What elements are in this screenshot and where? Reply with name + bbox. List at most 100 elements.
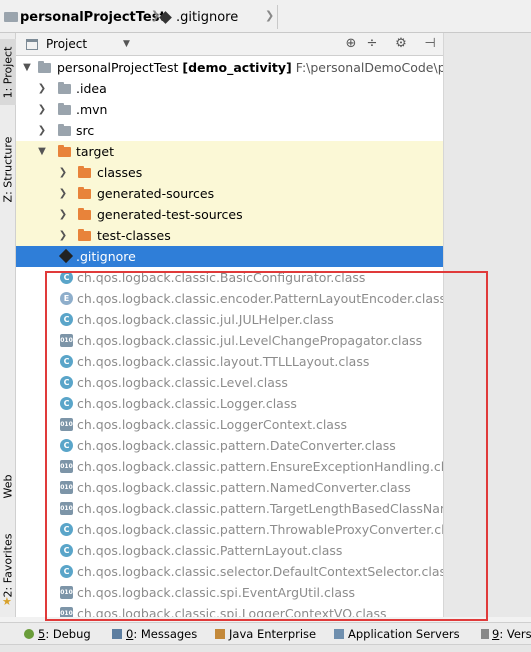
class-file-row[interactable]: Cch.qos.logback.classic.PatternLayout.cl… [16,540,443,561]
chevron-down-icon[interactable]: ▼ [123,37,130,51]
star-icon: ★ [2,595,12,608]
class-icon: C [60,565,73,578]
java-ee-icon [215,629,225,639]
class-file-row[interactable]: 010 ch.qos.logback.classic.LoggerContext.… [16,414,443,435]
chevron-down-icon[interactable]: ▼ [21,57,33,78]
class-file-row[interactable]: Cch.qos.logback.classic.BasicConfigurato… [16,267,443,288]
class-file-name: ch.qos.logback.classic.Logger.class [77,396,297,411]
vcs-icon [481,629,489,639]
class-file-name: ch.qos.logback.classic.BasicConfigurator… [77,270,366,285]
class-file-row[interactable]: Cch.qos.logback.classic.jul.JULHelper.cl… [16,309,443,330]
project-view-icon [26,39,38,50]
class-file-row[interactable]: Cch.qos.logback.classic.Level.class [16,372,443,393]
class-file-row[interactable]: 010 ch.qos.logback.classic.jul.LevelChang… [16,330,443,351]
app-servers-icon [334,629,344,639]
chevron-right-icon[interactable]: ❯ [57,225,69,246]
gear-icon[interactable]: ⚙ [394,37,408,51]
chevron-right-icon[interactable]: ❯ [57,204,69,225]
class-file-name: ch.qos.logback.classic.spi.EventArgUtil.… [77,585,356,600]
class-file-name: ch.qos.logback.classic.jul.JULHelper.cla… [77,312,334,327]
tree-row-gitignore[interactable]: .gitignore [16,246,443,267]
class-file-row[interactable]: 010 ch.qos.logback.classic.pattern.Ensure… [16,456,443,477]
java-enterprise-tab[interactable]: Java Enterprise [215,626,316,642]
tree-row-target[interactable]: ▼ target [16,141,443,162]
excluded-folder-icon [78,229,91,241]
class-file-row[interactable]: 010 ch.qos.logback.classic.spi.EventArgUt… [16,582,443,603]
hide-panel-icon[interactable]: ⊣ [423,37,437,51]
class-file-name: ch.qos.logback.classic.jul.LevelChangePr… [77,333,423,348]
breadcrumb-file[interactable]: .gitignore [176,9,238,27]
class-file-name: ch.qos.logback.classic.encoder.PatternLa… [77,291,443,306]
class-file-row[interactable]: Cch.qos.logback.classic.pattern.DateConv… [16,435,443,456]
class-file-name: ch.qos.logback.classic.pattern.Throwable… [77,522,443,537]
chevron-right-icon[interactable]: ❯ [36,78,48,99]
chevron-right-icon[interactable]: ❯ [57,183,69,204]
tree-row-test-classes[interactable]: ❯ test-classes [16,225,443,246]
tree-row-generated-test-sources[interactable]: ❯ generated-test-sources [16,204,443,225]
breadcrumb-project[interactable]: personalProjectTest [20,9,166,27]
view-selector-label[interactable]: Project [46,37,87,51]
folder-icon [58,82,71,94]
excluded-folder-icon [78,166,91,178]
class-file-name: ch.qos.logback.classic.layout.TTLLLayout… [77,354,370,369]
application-servers-tab[interactable]: Application Servers [334,626,460,642]
module-folder-icon [38,61,51,73]
chevron-down-icon[interactable]: ▼ [36,141,48,162]
class-file-row[interactable]: 010 ch.qos.logback.classic.spi.LoggerCont… [16,603,443,617]
class-file-row[interactable]: Ech.qos.logback.classic.encoder.PatternL… [16,288,443,309]
class-file-row[interactable]: Cch.qos.logback.classic.selector.Default… [16,561,443,582]
class-file-row[interactable]: 010 ch.qos.logback.classic.pattern.Target… [16,498,443,519]
class-icon: C [60,523,73,536]
class-icon: C [60,355,73,368]
locate-icon[interactable]: ⊕ [344,37,358,51]
class-file-name: ch.qos.logback.classic.pattern.DateConve… [77,438,396,453]
excluded-folder-icon [58,145,71,157]
project-path: F:\personalDemoCode\perso [295,60,443,75]
class-file-name: ch.qos.logback.classic.spi.LoggerContext… [77,606,387,617]
editor-gutter [443,33,531,617]
messages-icon [112,629,122,639]
tab-web[interactable]: Web [0,465,16,507]
class-icon: C [60,544,73,557]
class-file-row[interactable]: 010 ch.qos.logback.classic.pattern.NamedC… [16,477,443,498]
folder-icon [58,124,71,136]
class-icon: C [60,271,73,284]
class-file-name: ch.qos.logback.classic.PatternLayout.cla… [77,543,343,558]
tab-structure[interactable]: Z: Structure [0,129,16,209]
excluded-folder-icon [78,208,91,220]
class-file-name: ch.qos.logback.classic.pattern.NamedConv… [77,480,411,495]
excluded-folder-icon [78,187,91,199]
class-file-row[interactable]: Cch.qos.logback.classic.layout.TTLLLayou… [16,351,443,372]
chevron-right-icon[interactable]: ❯ [36,99,48,120]
chevron-right-icon: ❯ [151,9,161,22]
tree-row-mvn[interactable]: ❯ .mvn [16,99,443,120]
debug-tab[interactable]: 5: Debug [24,626,91,642]
folder-icon [4,12,18,22]
tree-row-idea[interactable]: ❯ .idea [16,78,443,99]
git-file-icon [58,248,74,264]
class-icon: C [60,376,73,389]
binary-class-icon: 010 [60,460,73,473]
chevron-right-icon[interactable]: ❯ [57,162,69,183]
class-file-name: ch.qos.logback.classic.Level.class [77,375,288,390]
tree-row-src[interactable]: ❯ src [16,120,443,141]
chevron-right-icon[interactable]: ❯ [36,120,48,141]
bottom-tool-bar: 5: Debug 0: Messages Java Enterprise App… [0,622,531,644]
left-tool-strip: 1: Project Z: Structure Web 2: Favorites… [0,33,16,617]
class-icon: C [60,439,73,452]
collapse-all-icon[interactable]: ÷ [365,37,379,51]
messages-tab[interactable]: 0: Messages [112,626,197,642]
tree-row-root[interactable]: ▼ personalProjectTest [demo_activity] F:… [16,57,443,78]
tab-favorites[interactable]: 2: Favorites [0,531,16,599]
tree-row-classes[interactable]: ❯ classes [16,162,443,183]
version-control-tab[interactable]: 9: Versi [481,626,531,642]
class-file-row[interactable]: Cch.qos.logback.classic.pattern.Throwabl… [16,519,443,540]
tree-row-generated-sources[interactable]: ❯ generated-sources [16,183,443,204]
tab-project[interactable]: 1: Project [0,39,16,105]
divider [277,5,278,29]
chevron-right-icon: ❯ [265,9,275,22]
class-icon: C [60,313,73,326]
navigation-bar: personalProjectTest ❯ .gitignore ❯ [0,0,531,33]
class-file-name: ch.qos.logback.classic.selector.DefaultC… [77,564,443,579]
class-file-row[interactable]: Cch.qos.logback.classic.Logger.class [16,393,443,414]
